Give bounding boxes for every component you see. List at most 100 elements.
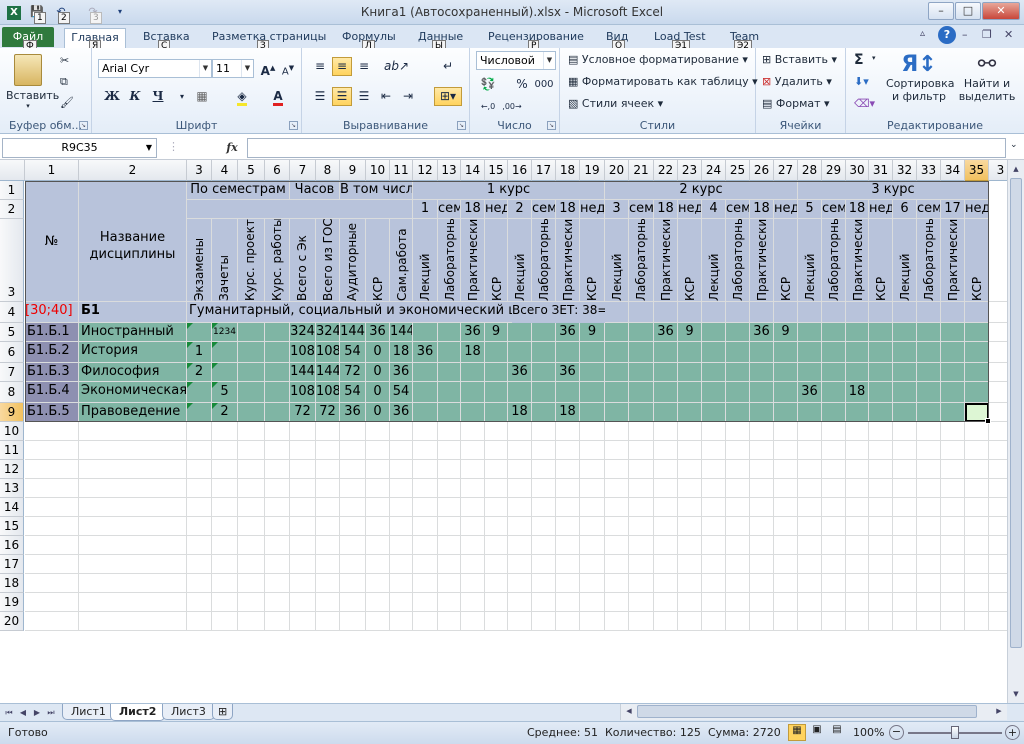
cell[interactable] bbox=[461, 479, 485, 498]
cell[interactable] bbox=[580, 517, 605, 536]
subject-zach[interactable] bbox=[212, 342, 238, 363]
subject-semester-value[interactable] bbox=[485, 363, 508, 382]
cell[interactable] bbox=[461, 460, 485, 479]
cell[interactable] bbox=[798, 612, 822, 631]
header-semester-part[interactable]: нед bbox=[869, 200, 893, 219]
cell[interactable] bbox=[580, 441, 605, 460]
cell[interactable] bbox=[366, 422, 390, 441]
subject-semester-value[interactable] bbox=[941, 363, 965, 382]
subject-aud[interactable]: 72 bbox=[340, 363, 366, 382]
cell[interactable] bbox=[750, 460, 774, 479]
column-header[interactable]: 23 bbox=[678, 160, 702, 181]
cell[interactable] bbox=[290, 593, 316, 612]
cell[interactable] bbox=[654, 612, 678, 631]
header-semester-part[interactable]: 3 bbox=[605, 200, 629, 219]
cell[interactable] bbox=[532, 555, 556, 574]
cell[interactable] bbox=[678, 555, 702, 574]
align-center-icon[interactable]: ☰ bbox=[332, 87, 352, 106]
subject-semester-value[interactable] bbox=[702, 382, 726, 403]
shrink-font-icon[interactable]: A▼ bbox=[278, 59, 298, 78]
italic-button[interactable]: К bbox=[125, 87, 145, 106]
cell-styles-button[interactable]: ▧ Стили ячеек ▾ bbox=[568, 97, 663, 110]
cell[interactable] bbox=[917, 479, 941, 498]
cell[interactable] bbox=[629, 460, 654, 479]
cell[interactable] bbox=[413, 460, 438, 479]
expand-formula-bar-icon[interactable]: ⌄ bbox=[1010, 140, 1018, 150]
cell[interactable] bbox=[265, 460, 290, 479]
name-box[interactable]: R9C35 ▼ bbox=[2, 138, 157, 158]
cell[interactable] bbox=[79, 422, 187, 441]
subject-semester-value[interactable] bbox=[822, 342, 846, 363]
header-course-1[interactable]: 1 курс bbox=[413, 181, 605, 200]
subject-kp[interactable] bbox=[238, 363, 265, 382]
cell[interactable] bbox=[702, 422, 726, 441]
header-including[interactable]: В том числе bbox=[340, 181, 413, 200]
subject-semester-value[interactable] bbox=[654, 403, 678, 422]
cell[interactable] bbox=[702, 302, 726, 323]
cell[interactable] bbox=[438, 536, 461, 555]
header-vertical-label[interactable]: Курс. проекты bbox=[238, 219, 265, 302]
cell[interactable] bbox=[750, 593, 774, 612]
subject-gos[interactable]: 108 bbox=[316, 382, 340, 403]
cell[interactable] bbox=[366, 593, 390, 612]
workbook-restore-icon[interactable]: ❐ bbox=[982, 28, 992, 41]
subject-kp[interactable] bbox=[238, 382, 265, 403]
cell[interactable] bbox=[79, 460, 187, 479]
cell[interactable] bbox=[822, 422, 846, 441]
cell[interactable] bbox=[265, 555, 290, 574]
zoom-in-button[interactable]: + bbox=[1005, 725, 1020, 740]
cell[interactable] bbox=[774, 302, 798, 323]
row-header[interactable]: 7 bbox=[0, 363, 24, 382]
column-header[interactable]: 17 bbox=[532, 160, 556, 181]
increase-indent-icon[interactable]: ⇥ bbox=[398, 87, 418, 106]
cell[interactable] bbox=[212, 612, 238, 631]
cell[interactable] bbox=[774, 498, 798, 517]
subject-semester-value[interactable] bbox=[798, 323, 822, 342]
cell[interactable] bbox=[390, 422, 413, 441]
subject-semester-value[interactable]: 36 bbox=[413, 342, 438, 363]
header-semester-part[interactable]: сем bbox=[438, 200, 461, 219]
subject-semester-value[interactable] bbox=[485, 382, 508, 403]
header-vertical-label[interactable]: КСР bbox=[366, 219, 390, 302]
subject-gos[interactable]: 144 bbox=[316, 363, 340, 382]
cell[interactable] bbox=[629, 479, 654, 498]
cell[interactable] bbox=[532, 517, 556, 536]
cell[interactable] bbox=[846, 441, 869, 460]
column-header[interactable]: 19 bbox=[580, 160, 605, 181]
subject-vsego[interactable]: 108 bbox=[290, 382, 316, 403]
cell[interactable] bbox=[798, 422, 822, 441]
subject-semester-value[interactable] bbox=[702, 323, 726, 342]
cell[interactable] bbox=[750, 536, 774, 555]
scroll-down-icon[interactable]: ▼ bbox=[1010, 687, 1022, 701]
cell[interactable] bbox=[846, 460, 869, 479]
cell[interactable] bbox=[846, 555, 869, 574]
clipboard-launcher-icon[interactable]: ↘ bbox=[79, 121, 88, 130]
cell[interactable] bbox=[340, 498, 366, 517]
header-by-semesters[interactable]: По семестрам bbox=[187, 181, 290, 200]
subject-semester-value[interactable] bbox=[750, 342, 774, 363]
cell[interactable] bbox=[316, 479, 340, 498]
cell[interactable] bbox=[846, 517, 869, 536]
subject-ksr[interactable]: 0 bbox=[366, 363, 390, 382]
header-num[interactable]: № bbox=[25, 181, 79, 302]
cell[interactable] bbox=[941, 612, 965, 631]
cell[interactable] bbox=[654, 593, 678, 612]
cell[interactable] bbox=[316, 555, 340, 574]
row-header[interactable]: 3 bbox=[0, 219, 24, 302]
row-header[interactable]: 13 bbox=[0, 479, 24, 498]
cell[interactable] bbox=[774, 422, 798, 441]
cell[interactable] bbox=[629, 517, 654, 536]
cell[interactable] bbox=[893, 479, 917, 498]
cell[interactable] bbox=[750, 555, 774, 574]
header-vertical-label[interactable]: Курс. работы bbox=[265, 219, 290, 302]
cell[interactable] bbox=[265, 574, 290, 593]
cell[interactable] bbox=[556, 517, 580, 536]
cell[interactable] bbox=[413, 612, 438, 631]
cell[interactable] bbox=[556, 555, 580, 574]
column-header[interactable]: 22 bbox=[654, 160, 678, 181]
row-header[interactable]: 10 bbox=[0, 422, 24, 441]
cell[interactable] bbox=[893, 612, 917, 631]
header-vertical-label[interactable]: Лабораторных bbox=[726, 219, 750, 302]
header-vertical-label[interactable]: Лекций bbox=[798, 219, 822, 302]
cell[interactable] bbox=[461, 422, 485, 441]
